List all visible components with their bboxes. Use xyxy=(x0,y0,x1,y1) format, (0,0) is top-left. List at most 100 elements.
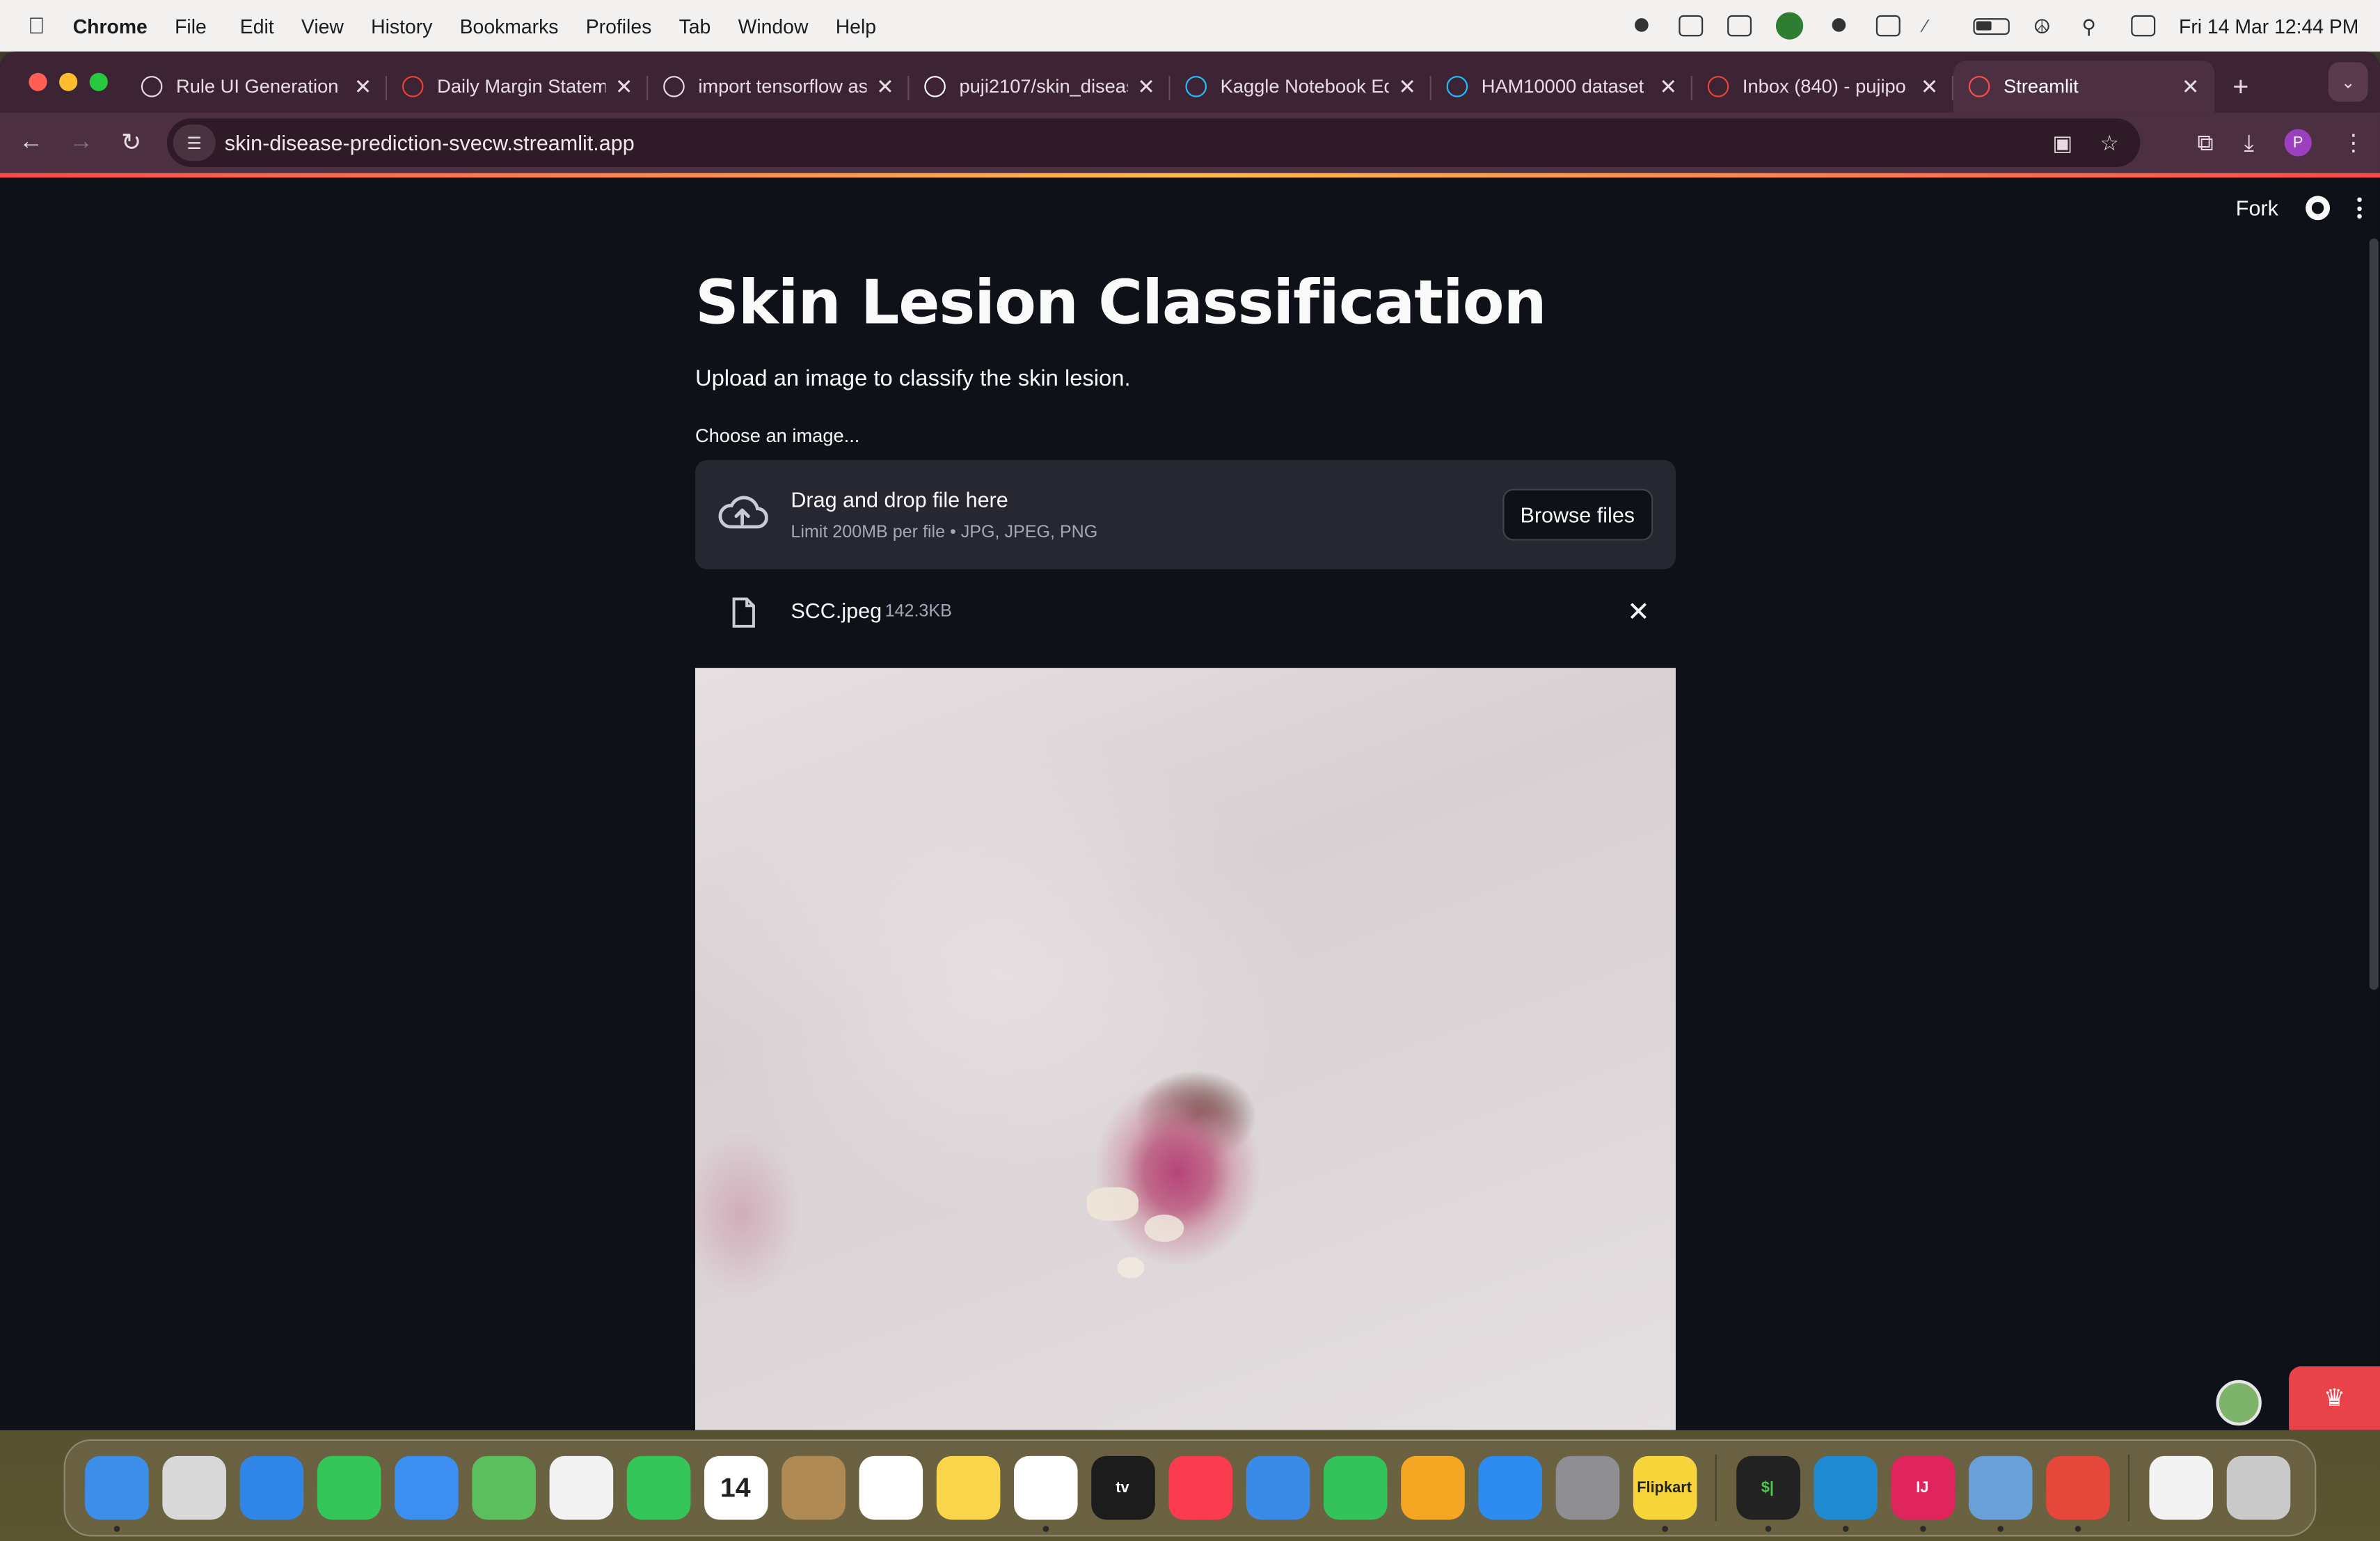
url-text[interactable]: skin-disease-prediction-svecw.streamlit.… xyxy=(225,131,635,155)
dock-intellij-icon[interactable]: IJ xyxy=(1890,1455,1955,1532)
tab-3[interactable]: puji2107/skin_diseas ✕ xyxy=(909,61,1171,112)
dock-chrome-icon[interactable] xyxy=(2045,1455,2109,1532)
coffee-icon[interactable] xyxy=(1678,15,1703,37)
wifi-icon[interactable]: ☮ xyxy=(2033,15,2058,38)
close-tab-icon[interactable]: ✕ xyxy=(615,74,633,100)
close-tab-icon[interactable]: ✕ xyxy=(1137,74,1155,100)
dock-vscode-icon[interactable] xyxy=(1813,1455,1877,1532)
menu-bookmarks[interactable]: Bookmarks xyxy=(460,15,586,38)
dock-document-icon[interactable] xyxy=(2148,1455,2212,1520)
dock-messages-icon[interactable] xyxy=(316,1455,381,1520)
dock-flipkart-icon[interactable]: Flipkart xyxy=(1632,1455,1697,1532)
tab-6[interactable]: Inbox (840) - pujipo ✕ xyxy=(1692,61,1954,112)
menu-window[interactable]: Window xyxy=(738,15,836,38)
globe-icon[interactable] xyxy=(1827,15,1851,37)
dock-preview-icon[interactable] xyxy=(1967,1455,2032,1532)
dock-terminal-icon[interactable]: $| xyxy=(1736,1455,1800,1532)
close-tab-icon[interactable]: ✕ xyxy=(1398,74,1416,100)
shield-icon[interactable] xyxy=(1775,12,1803,40)
menu-tab[interactable]: Tab xyxy=(679,15,738,38)
back-icon[interactable]: ← xyxy=(6,129,56,156)
tab-0[interactable]: Rule UI Generation ✕ xyxy=(126,61,388,112)
window-icon[interactable] xyxy=(1875,15,1900,37)
dock-notes-icon[interactable] xyxy=(935,1455,1000,1520)
menu-profiles[interactable]: Profiles xyxy=(586,15,679,38)
tab-5[interactable]: HAM10000 dataset ✕ xyxy=(1431,61,1692,112)
lesion-scale-3 xyxy=(1117,1257,1145,1279)
tab-7[interactable]: Streamlit ✕ xyxy=(1953,61,2215,113)
minimize-window-icon[interactable] xyxy=(59,72,78,91)
browse-files-button[interactable]: Browse files xyxy=(1502,489,1653,541)
openai-icon xyxy=(663,76,685,97)
control-center-icon[interactable] xyxy=(2130,15,2155,37)
dropzone-title: Drag and drop file here xyxy=(791,487,1008,512)
battery-icon[interactable] xyxy=(1972,17,2009,35)
dock-system-settings-icon[interactable] xyxy=(1555,1455,1619,1520)
menu-help[interactable]: Help xyxy=(836,15,896,38)
dock-safari-icon[interactable] xyxy=(239,1455,303,1520)
dock-reminders-icon[interactable] xyxy=(858,1455,923,1520)
dock-tv-icon[interactable]: tv xyxy=(1090,1455,1155,1520)
dock-numbers-icon[interactable] xyxy=(1322,1455,1387,1520)
tab-1[interactable]: Daily Margin Statem ✕ xyxy=(387,61,649,112)
clipboard-icon[interactable] xyxy=(1727,15,1751,37)
extensions-icon[interactable]: ⧉ xyxy=(2197,129,2213,155)
menu-file[interactable]: File xyxy=(175,15,240,38)
fork-button[interactable]: Fork xyxy=(2236,196,2278,220)
menu-history[interactable]: History xyxy=(371,15,459,38)
status-avatar-icon[interactable] xyxy=(2216,1380,2262,1426)
dock-facetime-icon[interactable] xyxy=(626,1455,690,1520)
menu-view[interactable]: View xyxy=(301,15,371,38)
dock-app-label: tv xyxy=(1116,1479,1129,1496)
forward-icon[interactable]: → xyxy=(56,129,106,156)
dock-launchpad-icon[interactable] xyxy=(161,1455,225,1520)
site-info-icon[interactable]: ☰ xyxy=(173,124,216,161)
dock-maps-icon[interactable] xyxy=(471,1455,535,1520)
tab-2[interactable]: import tensorflow as ✕ xyxy=(648,61,910,112)
page-scrollbar[interactable] xyxy=(2369,238,2379,990)
close-tab-icon[interactable]: ✕ xyxy=(354,74,372,100)
remove-file-icon[interactable]: ✕ xyxy=(1627,596,1650,629)
close-tab-icon[interactable]: ✕ xyxy=(2182,74,2200,100)
apple-menu-icon[interactable]:  xyxy=(0,13,73,39)
dock-keynote-icon[interactable] xyxy=(1245,1455,1310,1520)
dock-app-store-icon[interactable] xyxy=(1477,1455,1541,1520)
spotlight-icon[interactable]: ⚲ xyxy=(2081,15,2106,38)
tab-4[interactable]: Kaggle Notebook Ed ✕ xyxy=(1171,61,1431,112)
profile-avatar[interactable]: P xyxy=(2284,129,2312,157)
github-icon[interactable] xyxy=(2306,196,2331,221)
main-menu-icon[interactable] xyxy=(2357,197,2362,219)
dock-calendar-icon[interactable]: 14 xyxy=(703,1455,768,1520)
running-indicator xyxy=(113,1526,120,1532)
tab-search-icon[interactable]: ⌄ xyxy=(2328,62,2368,102)
dock-freeform-icon[interactable] xyxy=(1013,1455,1077,1532)
install-app-icon[interactable]: ▣ xyxy=(2052,129,2072,155)
download-icon[interactable]: ⤓ xyxy=(2244,129,2253,155)
address-bar[interactable]: ☰ skin-disease-prediction-svecw.streamli… xyxy=(166,118,2141,167)
menu-edit[interactable]: Edit xyxy=(240,15,301,38)
maximize-window-icon[interactable] xyxy=(89,72,108,91)
status-app-icon[interactable] xyxy=(1629,15,1653,37)
close-tab-icon[interactable]: ✕ xyxy=(1660,74,1678,100)
tab-label: Kaggle Notebook Ed xyxy=(1220,76,1390,97)
dock-music-icon[interactable] xyxy=(1168,1455,1232,1520)
dock-photos-icon[interactable] xyxy=(548,1455,613,1520)
dock-trash-icon[interactable] xyxy=(2226,1455,2290,1520)
chrome-menu-icon[interactable]: ⋮ xyxy=(2342,129,2365,157)
bookmark-star-icon[interactable]: ☆ xyxy=(2100,129,2118,155)
running-indicator xyxy=(1841,1526,1848,1532)
new-tab-icon[interactable]: + xyxy=(2214,61,2267,112)
menu-app-name[interactable]: Chrome xyxy=(73,15,175,38)
file-dropzone[interactable]: Drag and drop file here Limit 200MB per … xyxy=(695,459,1676,569)
close-tab-icon[interactable]: ✕ xyxy=(1921,74,1939,100)
close-window-icon[interactable] xyxy=(29,72,47,91)
dock-mail-icon[interactable] xyxy=(394,1455,458,1520)
streamlit-crown-icon[interactable]: ♛ xyxy=(2289,1366,2380,1430)
close-tab-icon[interactable]: ✕ xyxy=(876,74,894,100)
stylus-icon[interactable]: ∕ xyxy=(1924,15,1949,37)
dock-finder-icon[interactable] xyxy=(84,1455,148,1532)
reload-icon[interactable]: ↻ xyxy=(106,127,157,158)
dock-pages-icon[interactable] xyxy=(1400,1455,1464,1520)
dock-contacts-icon[interactable] xyxy=(781,1455,845,1520)
menubar-clock[interactable]: Fri 14 Mar 12:44 PM xyxy=(2179,15,2358,38)
